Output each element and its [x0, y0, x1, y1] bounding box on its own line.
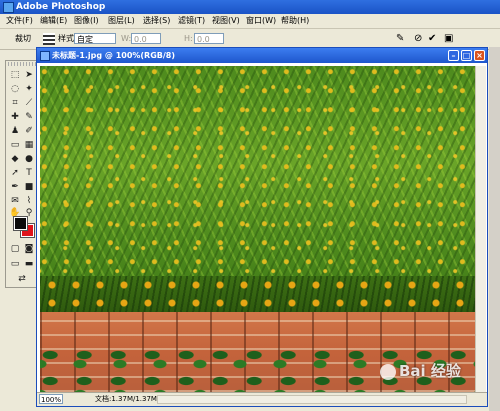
eyedropper-icon[interactable]: ⌇ — [23, 195, 35, 207]
document-size: 文档:1.37M/1.37M — [95, 395, 157, 403]
baidu-paw-icon — [380, 363, 396, 380]
height-label: H: — [184, 34, 193, 43]
menubar: 文件(F) 编辑(E) 图像(I) 图层(L) 选择(S) 滤镜(T) 视图(V… — [0, 14, 500, 29]
quickmask-mode-icon[interactable]: ◙ — [23, 243, 35, 255]
height-field[interactable]: 0.0 — [194, 33, 224, 44]
menu-file[interactable]: 文件(F) — [6, 15, 33, 27]
baidu-watermark: Bai 经验 — [380, 360, 461, 381]
right-panel-edge — [489, 47, 500, 411]
menu-select[interactable]: 选择(S) — [143, 15, 170, 27]
standard-mode-icon[interactable]: ▢ — [9, 243, 21, 255]
image-canvas[interactable] — [40, 66, 476, 392]
document-titlebar[interactable]: 未标题-1.jpg @ 100%(RGB/8) – □ × — [37, 48, 487, 63]
app-title: Adobe Photoshop — [16, 2, 106, 12]
menu-help[interactable]: 帮助(H) — [281, 15, 309, 27]
width-field[interactable]: 0.0 — [131, 33, 161, 44]
screen-mode-2-icon[interactable]: ▬ — [23, 258, 35, 270]
photoshop-icon — [3, 2, 14, 13]
brush-icon[interactable]: ✎ — [396, 33, 404, 45]
toolbox-grip[interactable] — [8, 62, 37, 66]
marquee-tool-icon[interactable]: ⬚ — [9, 69, 21, 81]
notes-tool-icon[interactable]: ✉ — [9, 195, 21, 207]
menu-layer[interactable]: 图层(L) — [108, 15, 135, 27]
lasso-tool-icon[interactable]: ◌ — [9, 83, 21, 95]
document-icon — [40, 51, 50, 61]
maximize-button[interactable]: □ — [461, 50, 472, 61]
brush-tool-icon[interactable]: ✎ — [23, 111, 35, 123]
menu-window[interactable]: 窗口(W) — [246, 15, 276, 27]
gradient-tool-icon[interactable]: ▦ — [23, 139, 35, 151]
dodge-tool-icon[interactable]: ● — [23, 153, 35, 165]
palette-well-icon[interactable]: ▣ — [444, 33, 453, 45]
toolbox: ⬚ ➤ ◌ ✦ ⌗ ⟋ ✚ ✎ ♟ ✐ ▭ ▦ ◆ ● ➚ T ✒ ■ ✉ ⌇ … — [5, 60, 40, 288]
move-tool-icon[interactable]: ➤ — [23, 69, 35, 81]
jump-to-imageready-icon[interactable]: ⇄ — [16, 273, 28, 285]
screen-mode-1-icon[interactable]: ▭ — [9, 258, 21, 270]
crop-tool-icon[interactable]: ⌗ — [9, 97, 21, 109]
close-button[interactable]: × — [474, 50, 485, 61]
history-brush-icon[interactable]: ✐ — [23, 125, 35, 137]
vertical-scrollbar[interactable] — [475, 66, 486, 392]
tool-preset-label[interactable]: 裁切 — [15, 33, 31, 45]
menu-view[interactable]: 视图(V) — [212, 15, 240, 27]
marquee-icon[interactable] — [43, 33, 55, 45]
magic-wand-icon[interactable]: ✦ — [23, 83, 35, 95]
shape-tool-icon[interactable]: ■ — [23, 181, 35, 193]
foreground-color-swatch[interactable] — [13, 216, 28, 231]
healing-brush-icon[interactable]: ✚ — [9, 111, 21, 123]
watermark-text: Bai 经验 — [399, 362, 461, 380]
app-titlebar: Adobe Photoshop — [0, 0, 500, 14]
width-label: W: — [121, 34, 132, 43]
menu-image[interactable]: 图像(I) — [74, 15, 99, 27]
style-select[interactable]: 自定 — [74, 33, 116, 44]
zoom-field[interactable]: 100% — [39, 394, 63, 404]
document-title: 未标题-1.jpg @ 100%(RGB/8) — [52, 51, 176, 60]
cancel-icon[interactable]: ⊘ — [414, 33, 422, 45]
menu-edit[interactable]: 编辑(E) — [40, 15, 67, 27]
path-select-icon[interactable]: ➚ — [9, 167, 21, 179]
menu-filter[interactable]: 滤镜(T) — [178, 15, 205, 27]
eraser-tool-icon[interactable]: ▭ — [9, 139, 21, 151]
document-window: 未标题-1.jpg @ 100%(RGB/8) – □ × 100% 文档:1.… — [36, 47, 488, 407]
status-bar: 100% 文档:1.37M/1.37M — [37, 392, 487, 406]
flowers-texture — [40, 276, 476, 312]
minimize-button[interactable]: – — [448, 50, 459, 61]
blur-tool-icon[interactable]: ◆ — [9, 153, 21, 165]
pen-tool-icon[interactable]: ✒ — [9, 181, 21, 193]
horizontal-scrollbar[interactable] — [157, 395, 467, 404]
stamp-tool-icon[interactable]: ♟ — [9, 125, 21, 137]
type-tool-icon[interactable]: T — [23, 167, 35, 179]
slice-tool-icon[interactable]: ⟋ — [23, 97, 35, 109]
commit-icon[interactable]: ✔ — [428, 33, 436, 45]
